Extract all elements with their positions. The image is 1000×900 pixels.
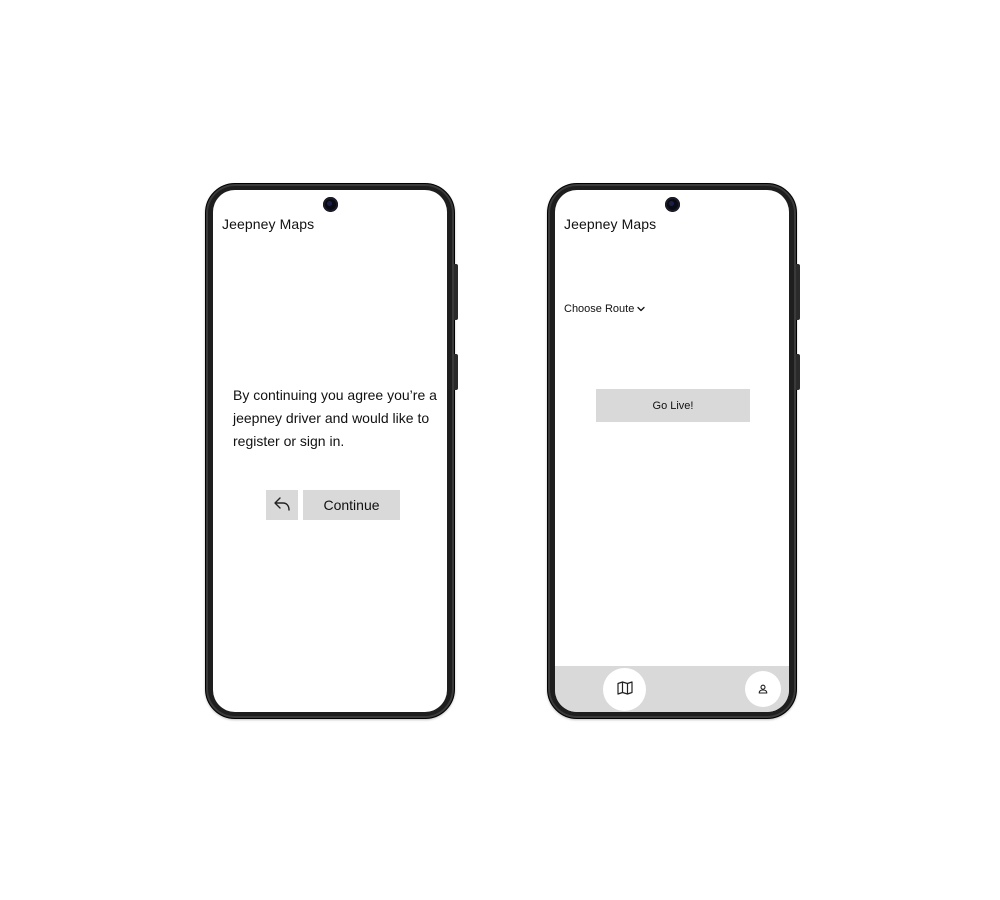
go-live-button[interactable]: Go Live! [596, 389, 750, 422]
map-icon [616, 681, 633, 698]
power-button [796, 354, 800, 390]
nav-profile-button[interactable] [745, 671, 781, 707]
back-button[interactable] [266, 490, 298, 520]
choose-route-label: Choose Route [564, 303, 635, 315]
chevron-down-icon [637, 303, 645, 315]
volume-button [796, 264, 800, 320]
canvas: Jeepney Maps By continuing you agree you… [0, 0, 1000, 900]
consent-screen: Jeepney Maps By continuing you agree you… [213, 190, 447, 712]
app-title: Jeepney Maps [564, 216, 657, 232]
continue-button[interactable]: Continue [303, 490, 400, 520]
power-button [454, 354, 458, 390]
volume-button [454, 264, 458, 320]
reply-arrow-icon [273, 496, 291, 515]
nav-map-button[interactable] [603, 668, 646, 711]
driver-home-screen: Jeepney Maps Choose Route Go Live! [555, 190, 789, 712]
user-icon [758, 682, 768, 697]
phone-frame-driver-home: Jeepney Maps Choose Route Go Live! [547, 183, 800, 719]
front-camera [323, 197, 338, 212]
bottom-navigation-bar [555, 666, 789, 712]
front-camera [665, 197, 680, 212]
phone-frame-consent: Jeepney Maps By continuing you agree you… [205, 183, 458, 719]
choose-route-dropdown[interactable]: Choose Route [564, 303, 645, 315]
app-title: Jeepney Maps [222, 216, 315, 232]
consent-message: By continuing you agree you’re a jeepney… [233, 387, 437, 449]
